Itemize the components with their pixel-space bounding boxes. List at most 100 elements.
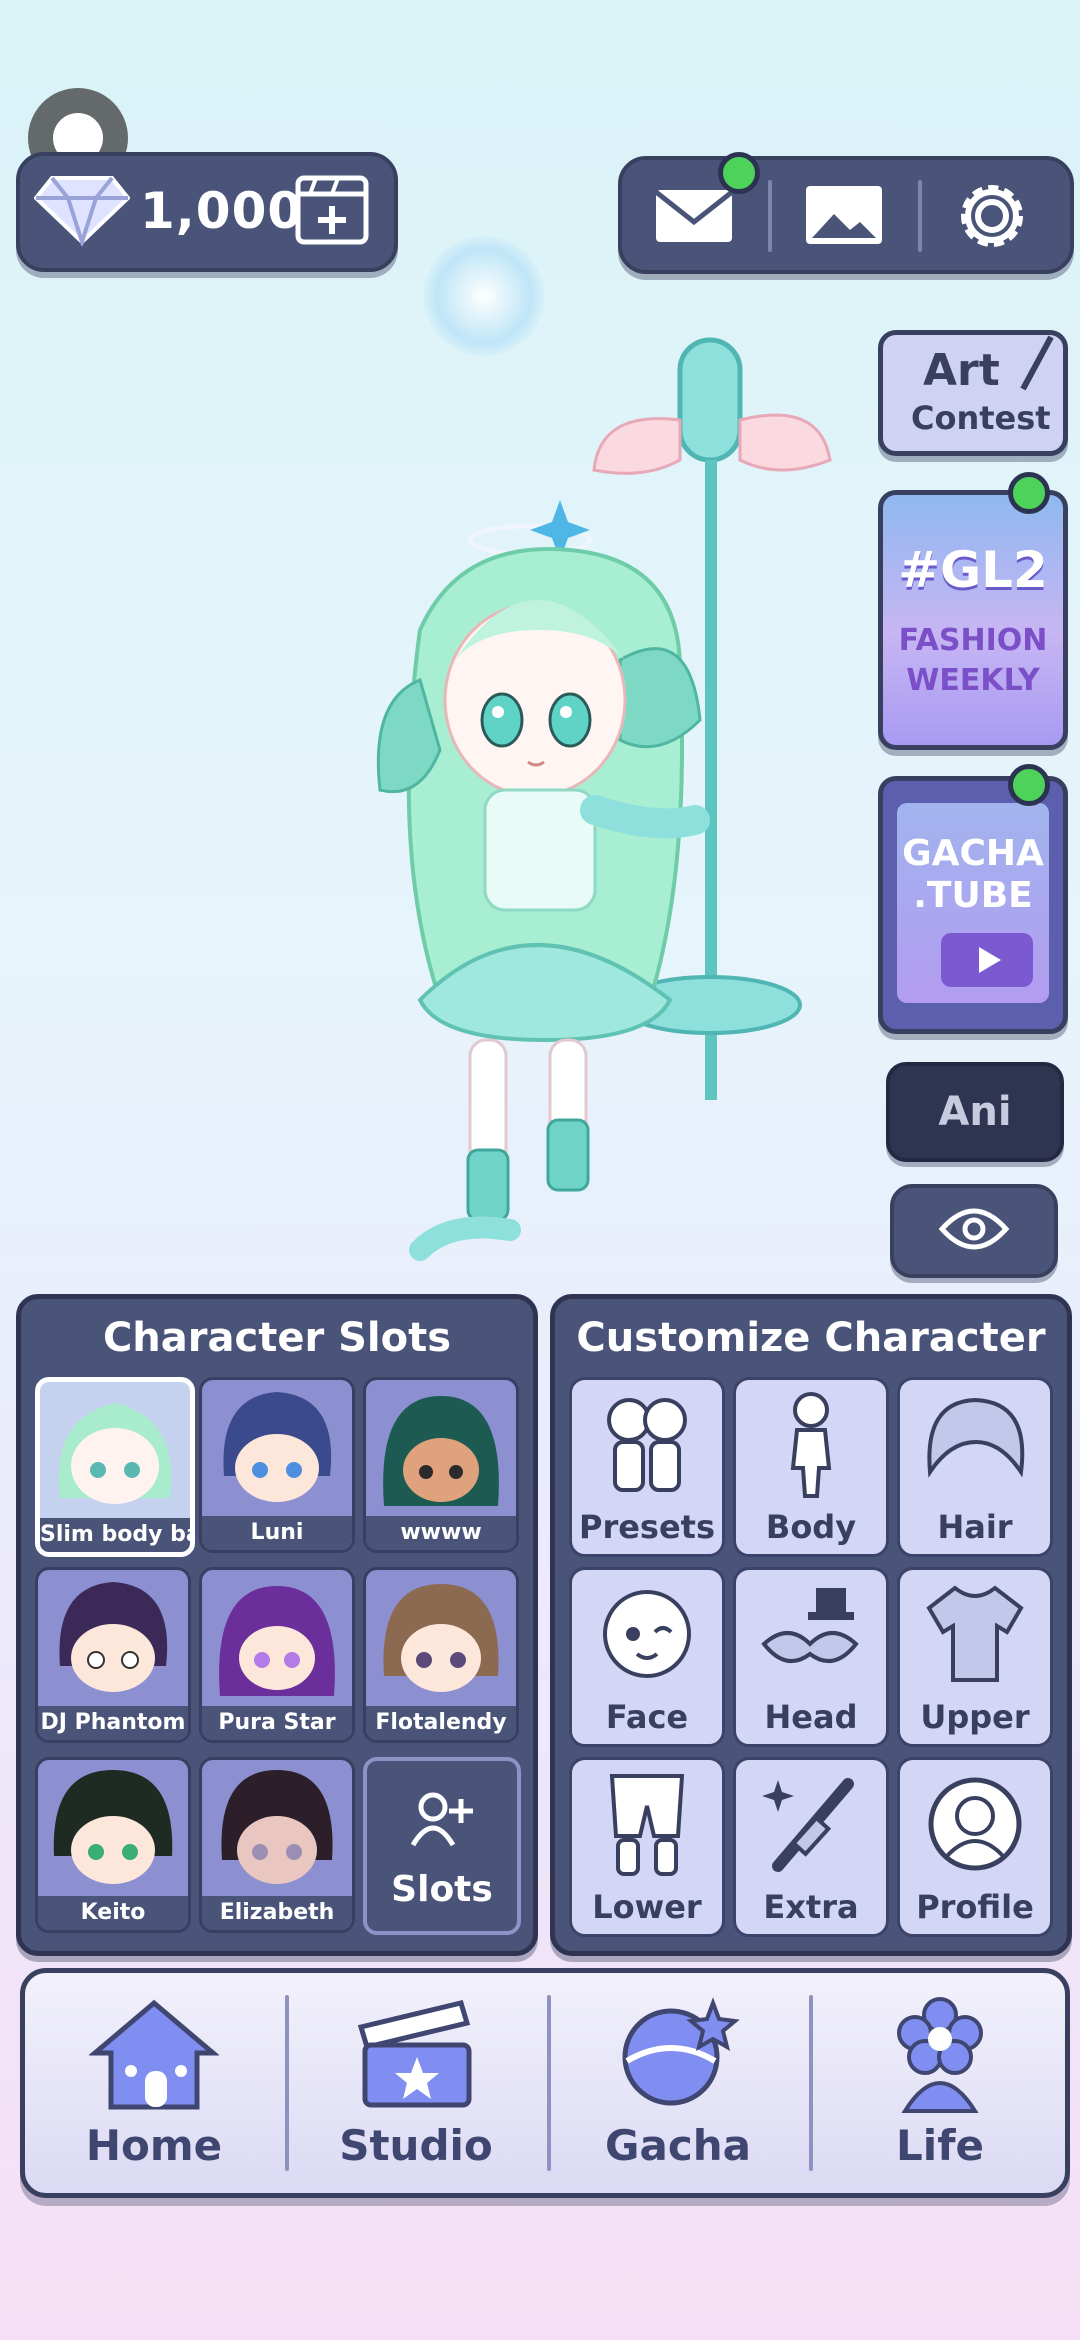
customize-label: Hair bbox=[937, 1508, 1013, 1546]
add-video-icon[interactable] bbox=[294, 174, 370, 246]
customize-label: Presets bbox=[578, 1508, 716, 1546]
gl2-line2: WEEKLY bbox=[906, 663, 1040, 698]
gallery-icon[interactable] bbox=[802, 182, 886, 248]
customize-face[interactable]: Face bbox=[569, 1567, 725, 1747]
gacha-tube-screen: GACHA .TUBE bbox=[897, 803, 1049, 1003]
house-icon bbox=[89, 1999, 219, 2110]
eye-button[interactable] bbox=[890, 1184, 1058, 1278]
add-slots-label: Slots bbox=[391, 1869, 493, 1910]
customize-body[interactable]: Body bbox=[733, 1377, 889, 1557]
customize-extra[interactable]: Extra bbox=[733, 1757, 889, 1937]
slot-label: Keito bbox=[38, 1896, 188, 1930]
customize-label: Face bbox=[605, 1698, 689, 1736]
nav-label: Gacha bbox=[605, 2121, 751, 2170]
character-slot[interactable]: Luni bbox=[199, 1377, 355, 1553]
nav-label: Life bbox=[896, 2121, 984, 2170]
customize-hair[interactable]: Hair bbox=[897, 1377, 1053, 1557]
character-slot[interactable]: Slim body bas bbox=[35, 1377, 195, 1557]
character-avatar bbox=[221, 1770, 333, 1884]
top-icon-bar bbox=[618, 152, 1074, 274]
flower-icon bbox=[897, 1997, 983, 2113]
customize-label: Upper bbox=[920, 1698, 1030, 1736]
character-slot[interactable]: Elizabeth bbox=[199, 1757, 355, 1933]
bottom-nav: Home Studio Gacha Life bbox=[20, 1968, 1070, 2198]
art-contest-button[interactable]: Art Contest bbox=[878, 330, 1068, 456]
shirt-icon bbox=[926, 1585, 1024, 1682]
customize-character-title: Customize Character bbox=[576, 1315, 1046, 1361]
slot-label: Pura Star bbox=[202, 1706, 352, 1740]
gear-icon[interactable] bbox=[952, 176, 1032, 256]
customize-presets[interactable]: Presets bbox=[569, 1377, 725, 1557]
slot-label: Slim body bas bbox=[40, 1518, 190, 1552]
character-avatar bbox=[53, 1770, 173, 1884]
character-slot[interactable]: Flotalendy bbox=[363, 1567, 519, 1743]
gacha-ball-icon bbox=[622, 1997, 740, 2106]
character-illustration[interactable] bbox=[360, 300, 840, 1290]
gl2-title: #GL2 bbox=[898, 541, 1048, 599]
customize-label: Profile bbox=[916, 1888, 1034, 1926]
character-slot[interactable]: DJ Phantom bbox=[35, 1567, 191, 1743]
hair-icon bbox=[927, 1397, 1025, 1478]
currency-bar: 1,000 bbox=[16, 152, 398, 272]
head-accessory-icon bbox=[761, 1588, 859, 1664]
slot-label: wwww bbox=[366, 1516, 516, 1550]
customize-upper[interactable]: Upper bbox=[897, 1567, 1053, 1747]
gacha-tube-line2: .TUBE bbox=[913, 875, 1033, 916]
customize-character-panel: Customize Character Presets Body Hair Fa… bbox=[550, 1294, 1072, 1956]
customize-label: Extra bbox=[763, 1888, 859, 1926]
gl2-notification-dot bbox=[1008, 472, 1050, 514]
nav-home[interactable]: Home bbox=[25, 1973, 283, 2193]
character-avatar bbox=[59, 1582, 168, 1692]
add-person-icon bbox=[411, 1792, 473, 1847]
profile-icon bbox=[928, 1777, 1022, 1871]
character-avatar bbox=[383, 1396, 499, 1506]
gl2-fashion-weekly-button[interactable]: #GL2 FASHION WEEKLY bbox=[878, 490, 1068, 750]
art-contest-line2: Contest bbox=[911, 399, 1051, 437]
nav-label: Home bbox=[85, 2121, 223, 2170]
slot-label: Flotalendy bbox=[366, 1706, 516, 1740]
nav-studio[interactable]: Studio bbox=[287, 1973, 545, 2193]
diamond-icon bbox=[34, 176, 130, 246]
gl2-line1: FASHION bbox=[898, 623, 1048, 658]
play-icon bbox=[941, 933, 1033, 987]
customize-lower[interactable]: Lower bbox=[569, 1757, 725, 1937]
presets-icon bbox=[607, 1398, 687, 1492]
nav-life[interactable]: Life bbox=[811, 1973, 1069, 2193]
customize-label: Head bbox=[764, 1698, 858, 1736]
character-avatar bbox=[223, 1392, 332, 1502]
customize-profile[interactable]: Profile bbox=[897, 1757, 1053, 1937]
character-slot[interactable]: Pura Star bbox=[199, 1567, 355, 1743]
character-avatar bbox=[219, 1586, 335, 1696]
sword-icon bbox=[762, 1778, 854, 1872]
add-slots-button[interactable]: Slots bbox=[363, 1757, 521, 1935]
customize-label: Body bbox=[765, 1508, 857, 1546]
character-avatar bbox=[58, 1403, 172, 1504]
character-slot[interactable]: wwww bbox=[363, 1377, 519, 1553]
nav-gacha[interactable]: Gacha bbox=[549, 1973, 807, 2193]
gacha-tube-line1: GACHA bbox=[902, 833, 1044, 874]
eye-icon bbox=[938, 1208, 1010, 1250]
divider bbox=[768, 180, 772, 252]
divider bbox=[918, 180, 922, 252]
customize-head[interactable]: Head bbox=[733, 1567, 889, 1747]
clapperboard-icon bbox=[357, 2000, 472, 2108]
character-slots-title: Character Slots bbox=[102, 1315, 452, 1361]
art-contest-line1: Art bbox=[923, 345, 1000, 396]
sparkle-glow bbox=[424, 236, 544, 356]
ani-button[interactable]: Ani bbox=[886, 1062, 1064, 1162]
character-slots-panel: Character Slots Slim body bas Luni wwww bbox=[16, 1294, 538, 1956]
customize-label: Lower bbox=[592, 1888, 702, 1926]
gem-count: 1,000 bbox=[140, 182, 304, 240]
gacha-tube-button[interactable]: GACHA .TUBE bbox=[878, 776, 1068, 1034]
slot-label: Luni bbox=[202, 1516, 352, 1550]
character-slot[interactable]: Keito bbox=[35, 1757, 191, 1933]
mail-notification-dot bbox=[718, 152, 760, 194]
mail-icon[interactable] bbox=[652, 184, 736, 248]
body-icon bbox=[790, 1392, 832, 1498]
slot-label: Elizabeth bbox=[202, 1896, 352, 1930]
slot-label: DJ Phantom bbox=[38, 1706, 188, 1740]
gacha-tube-notification-dot bbox=[1008, 764, 1050, 806]
nav-label: Studio bbox=[339, 2121, 493, 2170]
character-avatar bbox=[383, 1584, 499, 1692]
face-icon bbox=[603, 1590, 691, 1678]
